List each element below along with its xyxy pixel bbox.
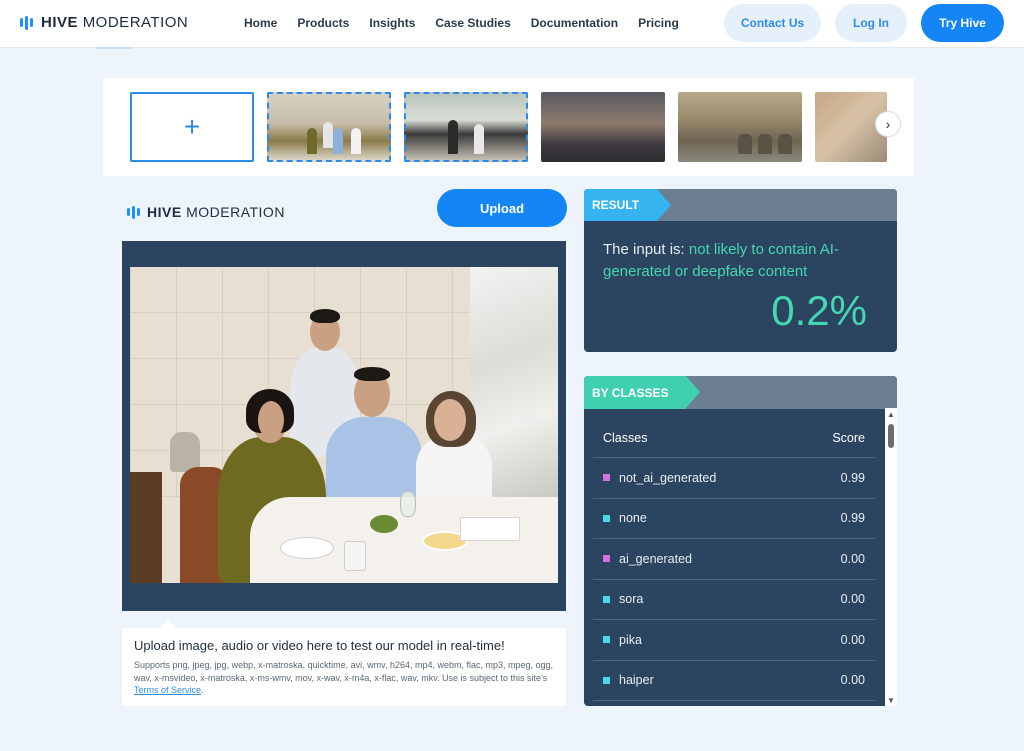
caption-notch bbox=[160, 620, 176, 628]
sample-thumbnail-dinner[interactable] bbox=[267, 92, 391, 162]
class-color-swatch bbox=[603, 514, 610, 522]
log-in-button[interactable]: Log In bbox=[835, 4, 907, 42]
upload-button[interactable]: Upload bbox=[437, 189, 567, 227]
top-nav: HIVE MODERATION Home Products Insights C… bbox=[0, 0, 1024, 49]
sample-thumbnail-elephants[interactable] bbox=[678, 92, 802, 162]
preview-image bbox=[130, 267, 558, 583]
nav-link-products[interactable]: Products bbox=[297, 16, 349, 30]
scrollbar-thumb[interactable] bbox=[888, 424, 894, 448]
result-verdict: The input is: not likely to contain AI-g… bbox=[603, 241, 839, 280]
nav-logo[interactable]: HIVE MODERATION bbox=[20, 14, 188, 31]
sample-thumbnail-couple[interactable] bbox=[404, 92, 528, 162]
classes-scrollbar[interactable]: ▲ ▼ bbox=[885, 408, 897, 706]
scroll-up-arrow-icon[interactable]: ▲ bbox=[885, 410, 897, 419]
sample-thumbnail-strip: + › bbox=[103, 78, 914, 176]
class-color-swatch bbox=[603, 555, 610, 563]
class-color-swatch bbox=[603, 636, 610, 644]
caption-supported-formats: Supports png, jpeg, jpg, webp, x-matrosk… bbox=[134, 660, 554, 695]
hive-logo-icon bbox=[20, 15, 33, 30]
by-classes-tag: BY CLASSES bbox=[584, 376, 702, 409]
result-tag: RESULT bbox=[584, 189, 672, 221]
nav-link-case-studies[interactable]: Case Studies bbox=[435, 16, 510, 30]
nav-logo-text: HIVE MODERATION bbox=[41, 14, 189, 31]
media-preview bbox=[122, 241, 566, 611]
table-row: sora 0.00 bbox=[593, 580, 875, 620]
table-row: pika 0.00 bbox=[593, 620, 875, 661]
header-score: Score bbox=[832, 430, 865, 445]
upload-caption: Upload image, audio or video here to tes… bbox=[122, 628, 566, 706]
table-row: not_ai_generated 0.99 bbox=[593, 458, 875, 499]
panel-logo-text: HIVE MODERATION bbox=[147, 204, 285, 220]
result-score: 0.2% bbox=[771, 287, 867, 334]
nav-link-home[interactable]: Home bbox=[244, 16, 277, 30]
try-hive-button[interactable]: Try Hive bbox=[921, 4, 1004, 42]
nav-link-insights[interactable]: Insights bbox=[369, 16, 415, 30]
table-row: none 0.99 bbox=[593, 499, 875, 539]
classes-card: BY CLASSES Classes Score not_ai_generate… bbox=[584, 376, 897, 706]
plus-icon: + bbox=[183, 111, 201, 142]
table-row: ai_generated 0.00 bbox=[593, 539, 875, 580]
sample-thumbnail-landscape[interactable] bbox=[541, 92, 665, 162]
classes-table: Classes Score not_ai_generated 0.99 none 0… bbox=[593, 418, 875, 701]
result-card: RESULT The input is: not likely to conta… bbox=[584, 189, 897, 352]
hive-logo-icon bbox=[127, 205, 140, 219]
nav-underline bbox=[96, 47, 132, 49]
table-row: haiper 0.00 bbox=[593, 661, 875, 701]
caption-title: Upload image, audio or video here to tes… bbox=[134, 638, 505, 653]
panel-logo: HIVE MODERATION bbox=[127, 204, 285, 220]
class-color-swatch bbox=[603, 676, 610, 684]
contact-us-button[interactable]: Contact Us bbox=[724, 4, 821, 42]
nav-links: Home Products Insights Case Studies Docu… bbox=[244, 16, 699, 30]
header-classes: Classes bbox=[603, 430, 648, 445]
chevron-right-icon[interactable]: › bbox=[875, 111, 901, 137]
class-color-swatch bbox=[603, 595, 610, 603]
scroll-down-arrow-icon[interactable]: ▼ bbox=[885, 696, 897, 705]
nav-link-documentation[interactable]: Documentation bbox=[531, 16, 618, 30]
result-card-header: RESULT bbox=[584, 189, 897, 221]
class-color-swatch bbox=[603, 474, 610, 482]
add-media-button[interactable]: + bbox=[130, 92, 254, 162]
classes-table-header: Classes Score bbox=[593, 418, 875, 458]
terms-of-service-link[interactable]: Terms of Service bbox=[134, 685, 201, 695]
nav-link-pricing[interactable]: Pricing bbox=[638, 16, 679, 30]
classes-card-header: BY CLASSES bbox=[584, 376, 897, 409]
